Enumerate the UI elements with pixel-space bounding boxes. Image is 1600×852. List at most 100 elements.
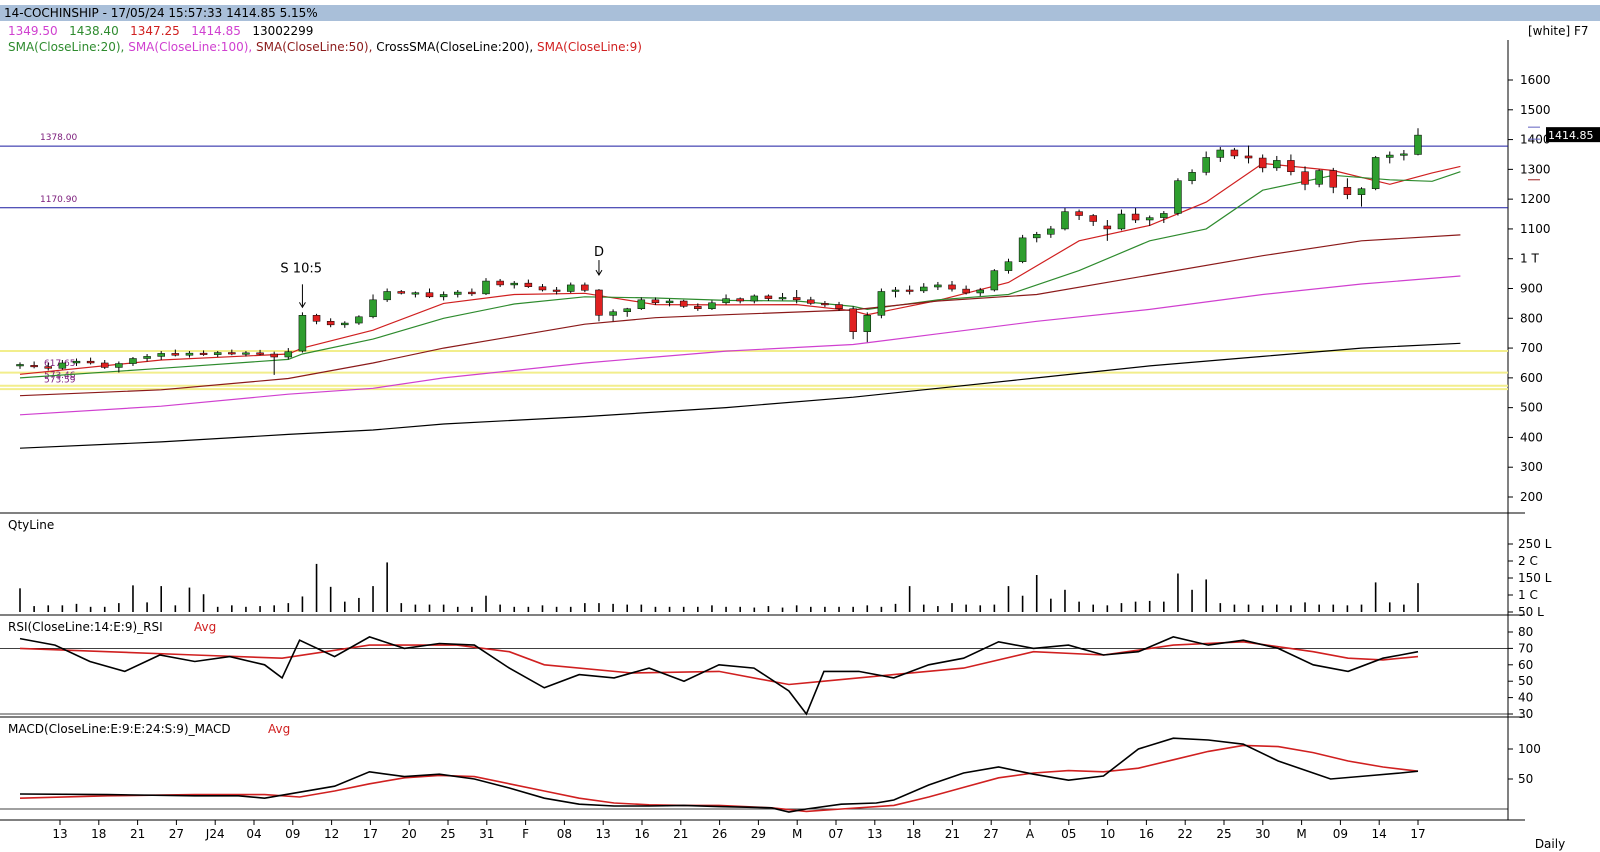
dividend-marker-label: D <box>594 245 604 260</box>
volume-axis-label: 250 L <box>1518 537 1552 551</box>
candle <box>355 315 363 325</box>
x-axis-label: 09 <box>285 827 300 841</box>
candle-body <box>849 308 857 332</box>
candle-body <box>1357 188 1366 195</box>
candle <box>1357 187 1366 207</box>
candle-body <box>962 288 970 294</box>
x-axis-label: 26 <box>712 827 727 841</box>
candle-body <box>1032 234 1041 239</box>
candle-body <box>228 352 236 355</box>
candle-body <box>383 291 391 301</box>
candle-body <box>369 299 377 318</box>
candle <box>1131 208 1140 223</box>
candle-body <box>143 356 151 359</box>
candle-body <box>72 360 81 364</box>
indicator-legend: SMA(CloseLine:20), SMA(CloseLine:100), S… <box>8 40 642 54</box>
candle <box>1018 234 1027 264</box>
candle-body <box>1145 217 1154 221</box>
candle <box>1400 149 1408 161</box>
level-label-1170: 1170.90 <box>40 195 77 205</box>
price-chart[interactable]: 1378.001170.90617.65573.46573.59S 10:5D1… <box>0 0 1600 852</box>
volume-axis-label: 50 L <box>1518 605 1544 619</box>
price-axis-label: 1500 <box>1520 103 1551 117</box>
x-axis-label: 25 <box>440 827 455 841</box>
candle <box>750 294 759 304</box>
candle <box>595 289 603 322</box>
price-axis-label: 400 <box>1520 430 1543 444</box>
candle-body <box>129 358 137 364</box>
candle <box>1032 231 1041 243</box>
candle-body <box>1343 186 1352 195</box>
candle <box>1329 167 1338 194</box>
candle-body <box>298 315 307 352</box>
x-axis-label: 17 <box>1410 827 1425 841</box>
price-axis-label: 1 T <box>1520 252 1539 266</box>
legend-sma50[interactable]: SMA(CloseLine:50), <box>256 40 372 54</box>
candle-body <box>1386 154 1394 158</box>
x-axis-label: 14 <box>1372 827 1387 841</box>
x-axis-label: J24 <box>205 827 225 841</box>
legend-sma100[interactable]: SMA(CloseLine:100), <box>128 40 252 54</box>
candle-body <box>807 299 815 304</box>
legend-sma9[interactable]: SMA(CloseLine:9) <box>537 40 642 54</box>
rsi-axis-label: 70 <box>1518 641 1533 655</box>
x-axis-label: 13 <box>52 827 67 841</box>
candle <box>920 283 928 293</box>
candle <box>30 361 38 369</box>
candle <box>425 288 434 299</box>
candle <box>1287 154 1295 176</box>
candle-body <box>100 362 109 368</box>
candle-body <box>1061 211 1069 230</box>
candle <box>1414 128 1422 156</box>
candle-body <box>1216 149 1225 158</box>
candle <box>1315 169 1323 188</box>
x-axis-label: F <box>522 827 529 841</box>
sma100-line <box>19 275 1461 416</box>
candle-body <box>326 321 335 326</box>
candle <box>397 289 406 295</box>
candle <box>1061 208 1069 231</box>
sma9-line <box>19 162 1461 375</box>
candle <box>566 282 575 293</box>
candle <box>1230 147 1239 159</box>
candle-body <box>1047 228 1055 235</box>
rsi-axis-label: 50 <box>1518 674 1533 688</box>
candle-body <box>708 302 716 310</box>
fib-label: 573.59 <box>44 375 76 385</box>
candle-body <box>736 298 744 302</box>
macd-avg-label: Avg <box>268 722 290 736</box>
candle-body <box>990 270 999 291</box>
legend-sma200[interactable]: CrossSMA(CloseLine:200), <box>376 40 533 54</box>
candle <box>439 291 448 301</box>
candle-body <box>496 280 504 286</box>
candle-body <box>905 289 914 292</box>
theme-tag[interactable]: [white] F7 <box>1528 24 1589 38</box>
candle <box>1258 154 1267 173</box>
candle <box>778 292 787 301</box>
candle <box>454 289 462 298</box>
candle <box>623 307 631 317</box>
candle-body <box>764 295 773 299</box>
price-axis-label: 1300 <box>1520 162 1551 176</box>
candle-body <box>566 284 575 292</box>
legend-sma20[interactable]: SMA(CloseLine:20), <box>8 40 124 54</box>
candle <box>482 278 490 296</box>
candle <box>863 312 872 343</box>
macd-avg-line <box>19 744 1419 813</box>
candle-body <box>1315 170 1323 185</box>
candle-body <box>16 364 24 367</box>
x-axis-label: M <box>1296 827 1306 841</box>
candle-body <box>1301 171 1309 185</box>
candle-body <box>1089 215 1097 222</box>
candle <box>284 348 293 360</box>
x-axis-label: 18 <box>906 827 921 841</box>
candle-body <box>1202 157 1210 173</box>
candle <box>157 351 165 360</box>
candle-body <box>595 289 603 316</box>
candle-body <box>665 300 674 304</box>
candle <box>326 318 335 328</box>
candle <box>948 281 956 292</box>
split-marker-label: S 10:5 <box>280 262 322 277</box>
candle-body <box>538 286 547 291</box>
candle <box>764 294 773 302</box>
